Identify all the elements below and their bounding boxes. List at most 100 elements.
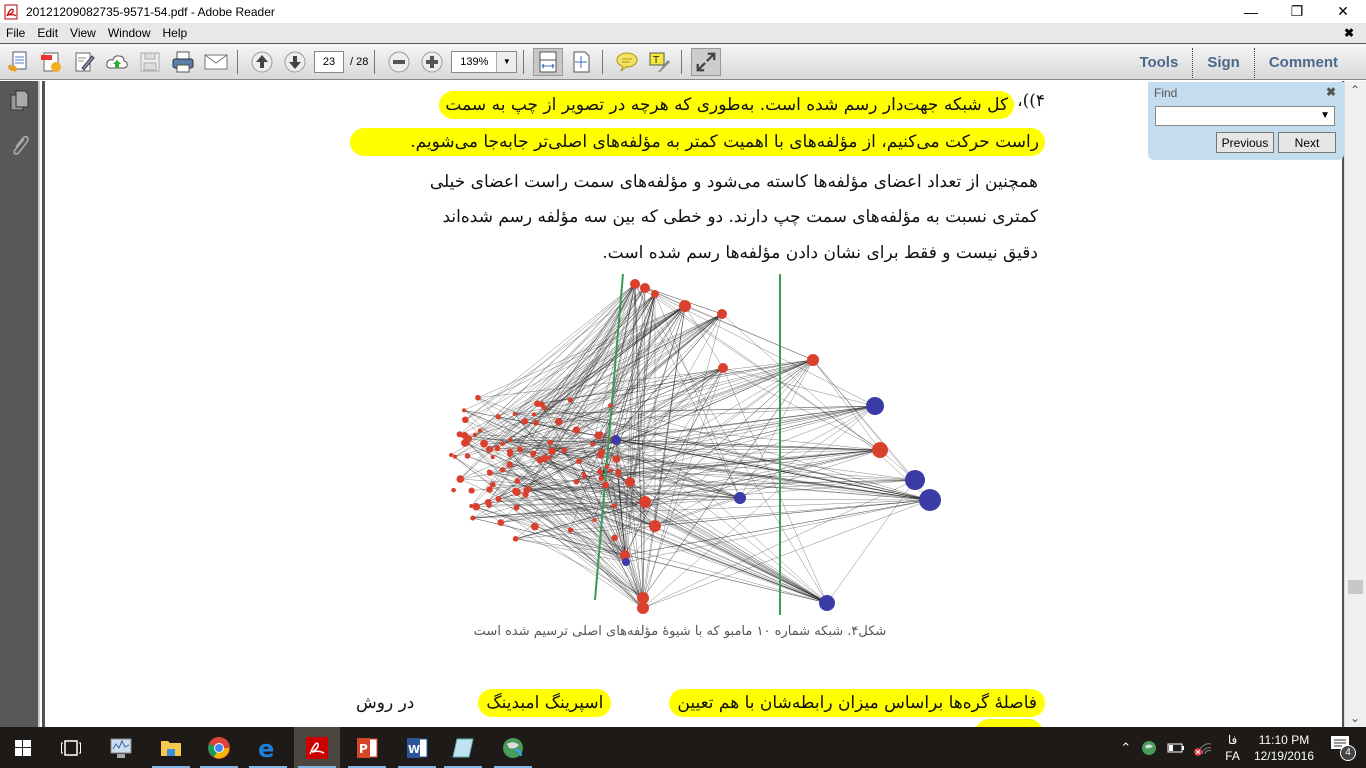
notepad-icon xyxy=(452,738,474,757)
create-pdf-icon xyxy=(41,52,61,72)
taskbar-app-chrome[interactable] xyxy=(196,727,242,768)
find-input[interactable]: ▼ xyxy=(1155,106,1335,126)
zoom-value[interactable]: 139% xyxy=(452,52,496,72)
text-fragment: ۴))، xyxy=(1017,91,1045,111)
taskbar-app-performance-monitor[interactable] xyxy=(98,727,144,768)
vpn-globe-tray-icon[interactable] xyxy=(1141,740,1157,756)
comment-pane-button[interactable]: Comment xyxy=(1255,54,1352,71)
highlighted-text: کل شبکه جهت‌دار رسم شده است. به‌طوری که … xyxy=(439,91,1015,119)
taskbar-app-edge[interactable]: e xyxy=(245,727,291,768)
graph-node xyxy=(512,411,517,416)
graph-node xyxy=(548,447,556,456)
wifi-disconnected-icon[interactable] xyxy=(1193,740,1213,756)
taskbar-app-notepad[interactable] xyxy=(440,727,486,768)
graph-node xyxy=(462,416,469,424)
graph-node xyxy=(470,515,476,521)
menu-help[interactable]: Help xyxy=(157,26,194,40)
tools-pane-button[interactable]: Tools xyxy=(1125,54,1192,71)
find-next-button[interactable]: Next xyxy=(1278,132,1336,153)
graph-edges xyxy=(451,283,931,609)
start-button[interactable] xyxy=(0,727,46,768)
taskbar-app-adobe-reader[interactable] xyxy=(294,727,340,768)
clock[interactable]: 11:10 PM 12/19/2016 xyxy=(1254,732,1314,764)
battery-icon[interactable] xyxy=(1167,742,1185,754)
save-icon xyxy=(140,52,160,71)
menu-window[interactable]: Window xyxy=(102,26,157,40)
menu-file[interactable]: File xyxy=(0,26,31,40)
graph-node xyxy=(500,441,505,447)
paperclip-icon[interactable] xyxy=(8,133,32,157)
svg-text:P: P xyxy=(359,742,368,756)
action-center-button[interactable]: 4 xyxy=(1328,733,1360,763)
graph-node xyxy=(807,354,819,366)
input-language[interactable]: فا FA xyxy=(1225,732,1240,764)
minimize-button[interactable]: — xyxy=(1228,0,1274,23)
arrow-up-circle-icon xyxy=(251,51,273,72)
page-thumbnails-icon[interactable] xyxy=(8,89,32,113)
taskbar-app-word[interactable]: W xyxy=(394,727,440,768)
zoom-out-button[interactable] xyxy=(384,48,414,76)
add-comment-button[interactable] xyxy=(612,48,642,76)
graph-node xyxy=(452,454,457,459)
highlight-text-button[interactable]: T xyxy=(645,48,675,76)
close-find-icon[interactable]: ✖ xyxy=(1326,85,1336,99)
upload-cloud-button[interactable] xyxy=(102,48,132,76)
chevron-down-icon[interactable]: ▼ xyxy=(496,51,517,72)
next-page-button[interactable] xyxy=(280,48,310,76)
previous-page-button[interactable] xyxy=(247,48,277,76)
graph-node xyxy=(506,448,514,456)
menu-view[interactable]: View xyxy=(64,26,102,40)
graph-node xyxy=(599,448,605,455)
edge-icon: e xyxy=(258,736,274,760)
find-previous-button[interactable]: Previous xyxy=(1216,132,1274,153)
fit-page-button[interactable] xyxy=(566,48,596,76)
sign-pane-button[interactable]: Sign xyxy=(1193,54,1254,71)
graph-node xyxy=(485,445,494,453)
scroll-thumb[interactable] xyxy=(1348,580,1363,594)
fit-width-icon xyxy=(539,51,557,72)
scroll-up-icon[interactable]: ⌃ xyxy=(1350,83,1360,97)
show-hidden-icons-icon[interactable]: ⌃ xyxy=(1120,740,1131,756)
taskbar-app-powerpoint[interactable]: P xyxy=(344,727,390,768)
chevron-down-icon[interactable]: ▼ xyxy=(1320,110,1330,121)
task-view-button[interactable] xyxy=(48,727,94,768)
graph-node xyxy=(919,489,941,511)
graph-node xyxy=(679,300,691,312)
taskbar-app-vpn-globe[interactable] xyxy=(490,727,536,768)
page-number-input[interactable]: 23 xyxy=(314,50,344,73)
email-button[interactable] xyxy=(201,48,231,76)
task-view-icon xyxy=(61,739,81,756)
taskbar-app-file-explorer[interactable] xyxy=(148,727,194,768)
graph-node xyxy=(514,478,521,484)
graph-node xyxy=(513,504,520,511)
vertical-scrollbar[interactable]: ⌃ ⌄ xyxy=(1344,81,1366,727)
edit-pdf-button[interactable] xyxy=(69,48,99,76)
graph-node xyxy=(597,468,603,475)
graph-node xyxy=(581,471,586,476)
scroll-down-icon[interactable]: ⌄ xyxy=(1350,711,1360,725)
open-button[interactable] xyxy=(3,48,33,76)
graph-node xyxy=(484,498,492,506)
close-button[interactable]: ✕ xyxy=(1320,0,1366,23)
printer-icon xyxy=(172,51,194,72)
maximize-button[interactable]: ❐ xyxy=(1274,0,1320,23)
svg-text:T: T xyxy=(652,55,660,66)
full-screen-button[interactable] xyxy=(691,47,722,76)
figure-caption: شکل۴. شبکه شماره ۱۰ مامبو که با شیوهٔ مؤ… xyxy=(473,624,887,639)
graph-node xyxy=(592,518,597,523)
graph-node xyxy=(449,452,454,458)
graph-node xyxy=(499,467,506,473)
print-button[interactable] xyxy=(168,48,198,76)
taskbar: e P W ⌃ فا FA 11:10 PM 12/19/2016 4 xyxy=(0,727,1366,768)
zoom-in-button[interactable] xyxy=(417,48,447,76)
graph-node xyxy=(649,520,661,532)
graph-node xyxy=(608,403,613,408)
menu-edit[interactable]: Edit xyxy=(31,26,64,40)
zoom-level-select[interactable]: 139% ▼ xyxy=(451,50,518,73)
fit-width-button[interactable] xyxy=(533,47,564,76)
graph-node xyxy=(734,492,746,504)
highlighted-text: راست حرکت می‌کنیم، از مؤلفه‌های با اهمیت… xyxy=(350,128,1045,156)
save-button[interactable] xyxy=(135,48,165,76)
close-document-icon[interactable]: ✖ xyxy=(1338,26,1360,40)
create-pdf-button[interactable] xyxy=(36,48,66,76)
